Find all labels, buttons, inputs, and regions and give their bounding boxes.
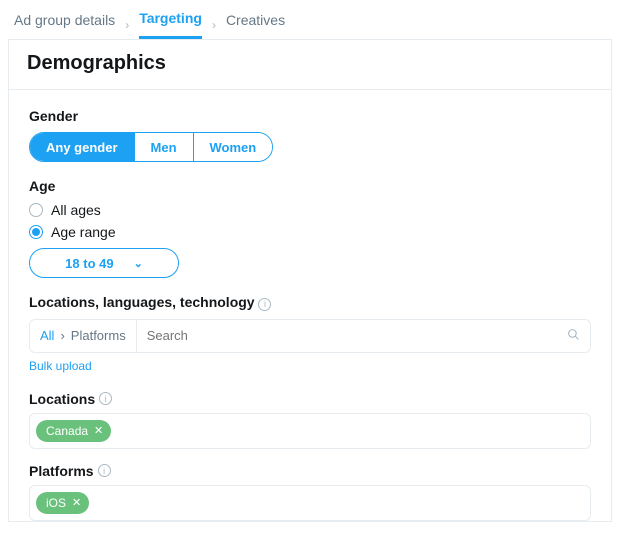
locations-input[interactable]: Canada ✕ — [29, 413, 591, 449]
platforms-label: Platforms — [29, 463, 94, 479]
nav-ad-group-details[interactable]: Ad group details — [14, 12, 115, 38]
bulk-upload-link[interactable]: Bulk upload — [29, 359, 92, 373]
llt-bc-current: Platforms — [71, 328, 126, 343]
radio-label: Age range — [51, 224, 116, 240]
age-radio-age-range[interactable]: Age range — [29, 224, 591, 240]
radio-label: All ages — [51, 202, 101, 218]
platforms-section: Platforms i iOS ✕ — [29, 463, 591, 521]
age-radio-all-ages[interactable]: All ages — [29, 202, 591, 218]
radio-icon — [29, 225, 43, 239]
remove-chip-icon[interactable]: ✕ — [72, 496, 81, 509]
llt-breadcrumb: All › Platforms — [30, 320, 137, 352]
locations-label: Locations — [29, 391, 95, 407]
info-icon[interactable]: i — [258, 298, 271, 311]
nav-targeting[interactable]: Targeting — [139, 10, 202, 39]
nav-creatives[interactable]: Creatives — [226, 12, 285, 38]
llt-search-bar: All › Platforms — [29, 319, 591, 353]
page-title: Demographics — [27, 52, 593, 75]
gender-option-any[interactable]: Any gender — [30, 133, 134, 161]
info-icon[interactable]: i — [99, 392, 112, 405]
info-icon[interactable]: i — [98, 464, 111, 477]
chevron-down-icon: ⌄ — [134, 257, 143, 270]
gender-section: Gender Any gender Men Women — [29, 108, 591, 162]
locations-section: Locations i Canada ✕ — [29, 391, 591, 449]
age-label: Age — [29, 178, 591, 194]
chip-label: Canada — [46, 424, 88, 438]
age-range-value: 18 to 49 — [65, 256, 113, 271]
demographics-panel: Demographics Gender Any gender Men Women… — [8, 39, 612, 522]
gender-option-women[interactable]: Women — [193, 133, 273, 161]
search-icon[interactable] — [557, 328, 590, 344]
breadcrumb-nav: Ad group details › Targeting › Creatives — [0, 0, 620, 39]
remove-chip-icon[interactable]: ✕ — [94, 424, 103, 437]
gender-label: Gender — [29, 108, 591, 124]
chevron-right-icon: › — [60, 328, 64, 343]
chevron-right-icon: › — [212, 18, 216, 32]
age-range-select[interactable]: 18 to 49 ⌄ — [29, 248, 179, 278]
locations-languages-technology-section: Locations, languages, technology i All ›… — [29, 294, 591, 375]
gender-segmented-control: Any gender Men Women — [29, 132, 273, 162]
llt-label: Locations, languages, technology i — [29, 294, 591, 311]
chip-label: iOS — [46, 496, 66, 510]
chevron-right-icon: › — [125, 18, 129, 32]
llt-search-input[interactable] — [137, 328, 557, 343]
radio-icon — [29, 203, 43, 217]
gender-option-men[interactable]: Men — [134, 133, 193, 161]
llt-bc-all[interactable]: All — [40, 328, 54, 343]
age-section: Age All ages Age range 18 to 49 ⌄ — [29, 178, 591, 278]
location-chip: Canada ✕ — [36, 420, 111, 442]
platforms-input[interactable]: iOS ✕ — [29, 485, 591, 521]
platform-chip: iOS ✕ — [36, 492, 89, 514]
